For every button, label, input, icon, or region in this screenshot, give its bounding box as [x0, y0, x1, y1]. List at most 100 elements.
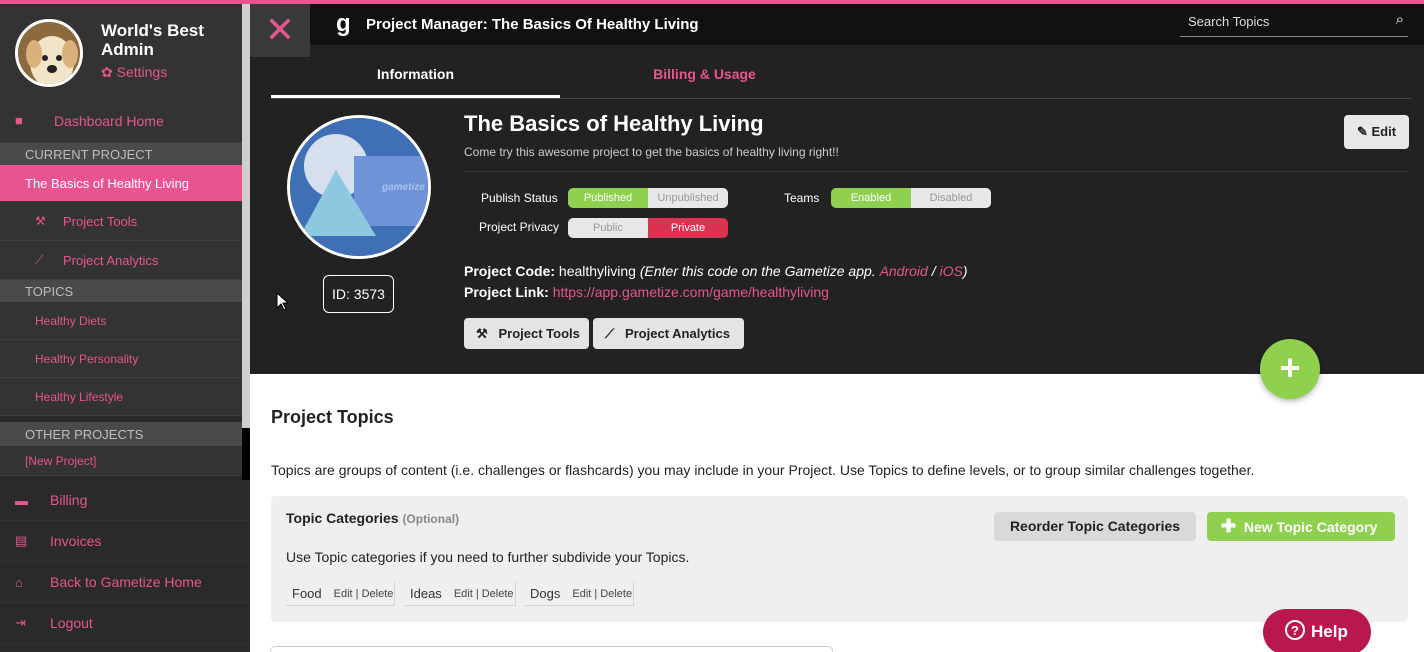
project-topics-section: Project Topics Topics are groups of cont… — [250, 374, 1424, 652]
search-input[interactable] — [1180, 10, 1380, 32]
sidebar-item-label: Billing — [50, 492, 88, 508]
sidebar-item-invoices[interactable]: ▤ Invoices — [0, 521, 250, 562]
category-actions[interactable]: Edit | Delete — [454, 588, 514, 600]
divider — [464, 171, 1409, 172]
settings-link[interactable]: ✿ Settings — [101, 64, 167, 81]
tab-billing-usage[interactable]: Billing & Usage — [560, 45, 849, 98]
new-topic-category-button[interactable]: ✚ New Topic Category — [1207, 512, 1395, 541]
project-link-url[interactable]: https://app.gametize.com/game/healthyliv… — [553, 284, 829, 300]
help-button[interactable]: ? Help — [1263, 609, 1371, 652]
project-privacy-label: Project Privacy — [479, 220, 560, 234]
category-actions[interactable]: Edit | Delete — [572, 588, 632, 600]
project-image-watermark: gametize — [381, 182, 425, 193]
add-topic-button[interactable]: + — [1260, 339, 1320, 399]
gear-icon: ✿ — [101, 64, 113, 80]
project-link-label: Project Link: — [464, 284, 549, 300]
topic-categories-box: Topic Categories (Optional) Reorder Topi… — [271, 496, 1408, 622]
sidebar-item-label: Project Analytics — [63, 252, 159, 268]
toggle-unpublished[interactable]: Unpublished — [648, 188, 728, 208]
edit-label: Edit — [1371, 124, 1397, 139]
section-title: Project Topics — [271, 407, 394, 427]
ios-link[interactable]: iOS — [940, 263, 963, 279]
toggle-public[interactable]: Public — [568, 218, 648, 238]
project-privacy-toggle: Public Private — [568, 218, 728, 238]
project-code-value: healthyliving — [558, 263, 636, 279]
sidebar-item-dashboard[interactable]: ■ Dashboard Home — [0, 99, 242, 143]
help-label: Help — [1311, 622, 1348, 641]
category-name: Dogs — [530, 586, 561, 601]
new-topic-category-label: New Topic Category — [1243, 519, 1378, 535]
project-title: The Basics of Healthy Living — [464, 111, 764, 136]
project-analytics-label: Project Analytics — [624, 326, 730, 341]
question-icon: ? — [1285, 620, 1305, 640]
project-tools-label: Project Tools — [498, 326, 580, 341]
top-accent-bar — [0, 0, 1424, 4]
category-name: Ideas — [410, 586, 442, 601]
reorder-topic-categories-button[interactable]: Reorder Topic Categories — [994, 512, 1196, 541]
page-title: Project Manager: The Basics Of Healthy L… — [366, 16, 699, 33]
sidebar-item-topic[interactable]: Healthy Personality — [0, 340, 242, 378]
sidebar-item-label: Logout — [50, 615, 93, 631]
close-icon[interactable]: ✕ — [250, 4, 310, 57]
category-name: Food — [292, 586, 322, 601]
toggle-private[interactable]: Private — [648, 218, 728, 238]
topic-categories-label: Topic Categories — [286, 510, 399, 526]
credit-card-icon: ▬ — [15, 492, 28, 508]
project-analytics-button[interactable]: ⟋ Project Analytics — [593, 318, 744, 349]
toggle-disabled[interactable]: Disabled — [911, 188, 991, 208]
toggle-published[interactable]: Published — [568, 188, 648, 208]
link-separator: / — [931, 263, 936, 279]
topic-categories-help: Use Topic categories if you need to furt… — [286, 549, 690, 565]
sidebar-item-label: Dashboard Home — [54, 112, 164, 129]
topic-search-field[interactable] — [270, 646, 833, 652]
sidebar-item-label: Back to Gametize Home — [50, 574, 202, 590]
project-tools-button[interactable]: ⚒ Project Tools — [464, 318, 589, 349]
project-code-hint: (Enter this code on the Gametize app. — [639, 263, 876, 279]
category-actions[interactable]: Edit | Delete — [334, 588, 394, 600]
document-icon: ▤ — [15, 533, 28, 548]
toggle-enabled[interactable]: Enabled — [831, 188, 911, 208]
publish-status-toggle: Published Unpublished — [568, 188, 728, 208]
teams-label: Teams — [784, 191, 820, 205]
publish-status-label: Publish Status — [481, 191, 558, 205]
search-icon[interactable]: ⌕ — [1396, 11, 1404, 28]
tab-information[interactable]: Information — [271, 45, 560, 98]
project-id-badge: ID: 3573 — [323, 275, 394, 313]
sidebar-item-label: Project Tools — [63, 213, 138, 229]
section-description: Topics are groups of content (i.e. chall… — [271, 462, 1255, 478]
sidebar-scrollbar[interactable] — [242, 4, 250, 428]
android-link[interactable]: Android — [880, 263, 928, 279]
project-info-panel: Information Billing & Usage gametize ID:… — [250, 45, 1424, 374]
mouse-cursor-icon — [276, 292, 288, 311]
sidebar-item-new-project[interactable]: [New Project] — [0, 446, 242, 476]
sidebar-item-project-tools[interactable]: ⚒ Project Tools — [0, 202, 242, 241]
sidebar-item-billing[interactable]: ▬ Billing — [0, 480, 250, 521]
topics-header: TOPICS — [0, 280, 242, 302]
top-header: ✕ g Project Manager: The Basics Of Healt… — [250, 4, 1424, 57]
project-link-line: Project Link: https://app.gametize.com/g… — [464, 284, 829, 300]
current-project-header: CURRENT PROJECT — [0, 143, 242, 165]
wrench-icon: ⚒ — [476, 326, 488, 341]
sidebar-bottom-nav: ▬ Billing ▤ Invoices ⌂ Back to Gametize … — [0, 480, 250, 652]
tab-bar: Information Billing & Usage — [271, 45, 1412, 99]
gametize-logo: g — [336, 10, 351, 37]
project-image: gametize — [287, 115, 431, 259]
sidebar-item-topic[interactable]: Healthy Diets — [0, 302, 242, 340]
project-code-label: Project Code: — [464, 263, 556, 279]
home-icon: ⌂ — [15, 574, 23, 590]
sidebar-item-topic[interactable]: Healthy Lifestyle — [0, 378, 242, 416]
chart-icon: ⟋ — [605, 326, 615, 341]
teams-toggle: Enabled Disabled — [831, 188, 991, 208]
category-chip: Food Edit | Delete — [286, 582, 395, 606]
wrench-icon: ⚒ — [35, 214, 46, 228]
sidebar-item-project-analytics[interactable]: ⟋ Project Analytics — [0, 241, 242, 280]
edit-button[interactable]: ✎ Edit — [1344, 115, 1409, 149]
sidebar-item-logout[interactable]: ⇥ Logout — [0, 603, 250, 644]
sidebar-item-label: Invoices — [50, 533, 102, 549]
sidebar-item-current-project[interactable]: The Basics of Healthy Living — [0, 165, 242, 202]
topic-categories-title: Topic Categories (Optional) — [286, 510, 459, 526]
category-chip: Ideas Edit | Delete — [404, 582, 516, 606]
avatar[interactable] — [15, 19, 83, 87]
sidebar-item-back-home[interactable]: ⌂ Back to Gametize Home — [0, 562, 250, 603]
profile-name: World's Best Admin — [101, 21, 204, 59]
